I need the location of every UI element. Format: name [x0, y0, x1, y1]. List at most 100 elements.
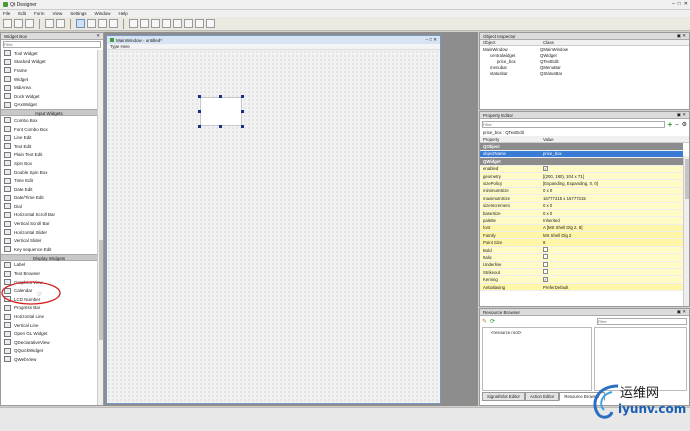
- property-row[interactable]: palette Inherited: [480, 217, 683, 225]
- maximize-icon[interactable]: □: [678, 1, 681, 7]
- property-checkbox[interactable]: ✓: [543, 277, 548, 283]
- property-value[interactable]: 0 x 0: [540, 211, 683, 216]
- property-filter-input[interactable]: [482, 121, 665, 128]
- resize-handle[interactable]: [241, 125, 244, 128]
- splitter-horizontal-icon[interactable]: [151, 19, 160, 28]
- property-value[interactable]: MS Shell Dlg 2: [540, 233, 683, 238]
- resize-handle[interactable]: [219, 125, 222, 128]
- resource-root[interactable]: <resource root>: [491, 330, 521, 335]
- property-checkbox[interactable]: [543, 269, 548, 275]
- edit-buddies-icon[interactable]: [98, 19, 107, 28]
- property-row[interactable]: baseSize 0 x 0: [480, 209, 683, 218]
- property-value[interactable]: [Expanding, Expanding, 0, 0]: [540, 181, 683, 186]
- close-icon[interactable]: ✕: [684, 1, 688, 7]
- widget-box-item[interactable]: MdiArea: [1, 83, 97, 92]
- property-checkbox[interactable]: [543, 261, 548, 267]
- property-row[interactable]: objectName price_box: [480, 150, 683, 159]
- widget-box-item[interactable]: QQuickWidget: [1, 347, 97, 356]
- property-row[interactable]: Strikeout: [480, 269, 683, 277]
- property-row[interactable]: Bold: [480, 246, 683, 255]
- widget-box-item[interactable]: Text Browser: [1, 269, 97, 278]
- property-row[interactable]: Antialiasing PreferDefault: [480, 283, 683, 292]
- widget-box-scrollbar[interactable]: [97, 50, 103, 405]
- widget-box-item[interactable]: Horizontal Slider: [1, 228, 97, 237]
- new-form-icon[interactable]: [3, 19, 12, 28]
- menu-item[interactable]: File: [3, 11, 10, 16]
- bring-to-front-icon[interactable]: [56, 19, 65, 28]
- property-row[interactable]: Point Size 8: [480, 239, 683, 247]
- widget-box-item[interactable]: Dock Widget: [1, 92, 97, 101]
- form-window[interactable]: MainWindow - untitled* – □ ✕ Type Here: [106, 35, 441, 404]
- widget-box-item[interactable]: Horizontal Scroll Bar: [1, 211, 97, 220]
- property-row[interactable]: Italic: [480, 254, 683, 262]
- splitter-vertical-icon[interactable]: [162, 19, 171, 28]
- widget-box-item[interactable]: Plain Text Edit: [1, 151, 97, 160]
- property-row[interactable]: Kerning ✓: [480, 276, 683, 284]
- layout-horizontal-icon[interactable]: [129, 19, 138, 28]
- property-checkbox[interactable]: ✓: [543, 166, 548, 172]
- widget-category-header[interactable]: Input Widgets: [1, 109, 97, 117]
- property-row[interactable]: sizePolicy [Expanding, Expanding, 0, 0]: [480, 180, 683, 188]
- widget-box-item[interactable]: Vertical Slider: [1, 236, 97, 245]
- resize-handle[interactable]: [198, 110, 201, 113]
- property-value[interactable]: [(200, 180), 104 x 71]: [540, 174, 683, 179]
- property-value[interactable]: 16777215 x 16777215: [540, 196, 683, 201]
- configure-icon[interactable]: ⚙: [682, 121, 687, 128]
- widget-box-item[interactable]: Date Edit: [1, 185, 97, 194]
- send-to-back-icon[interactable]: [45, 19, 54, 28]
- widget-box-item[interactable]: Double Spin Box: [1, 168, 97, 177]
- bottom-tab[interactable]: Signal/Slot Editor: [482, 392, 525, 401]
- menu-item[interactable]: Form: [34, 11, 45, 16]
- property-row[interactable]: sizeIncrement 0 x 0: [480, 202, 683, 210]
- add-property-icon[interactable]: +: [668, 121, 673, 129]
- property-row[interactable]: minimumSize 0 x 0: [480, 187, 683, 196]
- scrollbar-thumb[interactable]: [99, 240, 103, 340]
- menu-item[interactable]: Window: [94, 11, 110, 16]
- widget-box-item[interactable]: Dial: [1, 202, 97, 211]
- widget-box-item[interactable]: Time Edit: [1, 176, 97, 185]
- widget-box-filter-input[interactable]: [3, 41, 101, 48]
- widget-box-item[interactable]: Widget: [1, 75, 97, 84]
- property-scrollbar[interactable]: [683, 156, 689, 306]
- widget-category-header[interactable]: Display Widgets: [1, 253, 97, 261]
- edit-resources-icon[interactable]: ✎: [482, 318, 487, 325]
- layout-form-icon[interactable]: [173, 19, 182, 28]
- widget-box-item[interactable]: Spin Box: [1, 159, 97, 168]
- type-here-menu[interactable]: Type Here: [110, 44, 130, 49]
- widget-box-item[interactable]: Stacked Widget: [1, 58, 97, 67]
- widget-box-item[interactable]: Vertical Line: [1, 321, 97, 330]
- widget-box-item[interactable]: QAxWidget: [1, 101, 97, 110]
- property-value[interactable]: price_box: [540, 151, 683, 156]
- layout-vertical-icon[interactable]: [140, 19, 149, 28]
- widget-box-item[interactable]: Vertical Scroll Bar: [1, 219, 97, 228]
- resource-filter-input[interactable]: [597, 318, 687, 325]
- property-row[interactable]: Family MS Shell Dlg 2: [480, 232, 683, 240]
- property-value[interactable]: 0 x 0: [540, 203, 683, 208]
- widget-box-item[interactable]: Horizontal Line: [1, 312, 97, 321]
- widget-box-item[interactable]: Line Edit: [1, 133, 97, 142]
- open-form-icon[interactable]: [14, 19, 23, 28]
- minimize-icon[interactable]: –: [672, 1, 675, 7]
- dock-close-icon[interactable]: ▣ ✕: [677, 309, 686, 315]
- edit-tab-order-icon[interactable]: [109, 19, 118, 28]
- edit-signals-icon[interactable]: [87, 19, 96, 28]
- save-form-icon[interactable]: [25, 19, 34, 28]
- object-tree-row[interactable]: statusbar QStatusBar: [480, 70, 689, 76]
- property-row[interactable]: maximumSize 16777215 x 16777215: [480, 195, 683, 203]
- property-row[interactable]: QObject: [480, 143, 683, 151]
- menu-item[interactable]: View: [53, 11, 63, 16]
- property-value[interactable]: 0 x 0: [540, 188, 683, 193]
- menu-item[interactable]: Settings: [70, 11, 86, 16]
- widget-box-item[interactable]: Font Combo Box: [1, 125, 97, 134]
- scrollbar-thumb[interactable]: [685, 159, 689, 199]
- property-checkbox[interactable]: [543, 247, 548, 253]
- price-box-text-edit[interactable]: [200, 97, 242, 126]
- resize-handle[interactable]: [241, 95, 244, 98]
- property-row[interactable]: QWidget: [480, 158, 683, 166]
- property-row[interactable]: Underline: [480, 261, 683, 270]
- break-layout-icon[interactable]: [195, 19, 204, 28]
- property-value[interactable]: Inherited: [540, 218, 683, 223]
- dock-close-icon[interactable]: ▣ ✕: [677, 33, 686, 39]
- resize-handle[interactable]: [241, 110, 244, 113]
- property-value[interactable]: 8: [540, 240, 683, 245]
